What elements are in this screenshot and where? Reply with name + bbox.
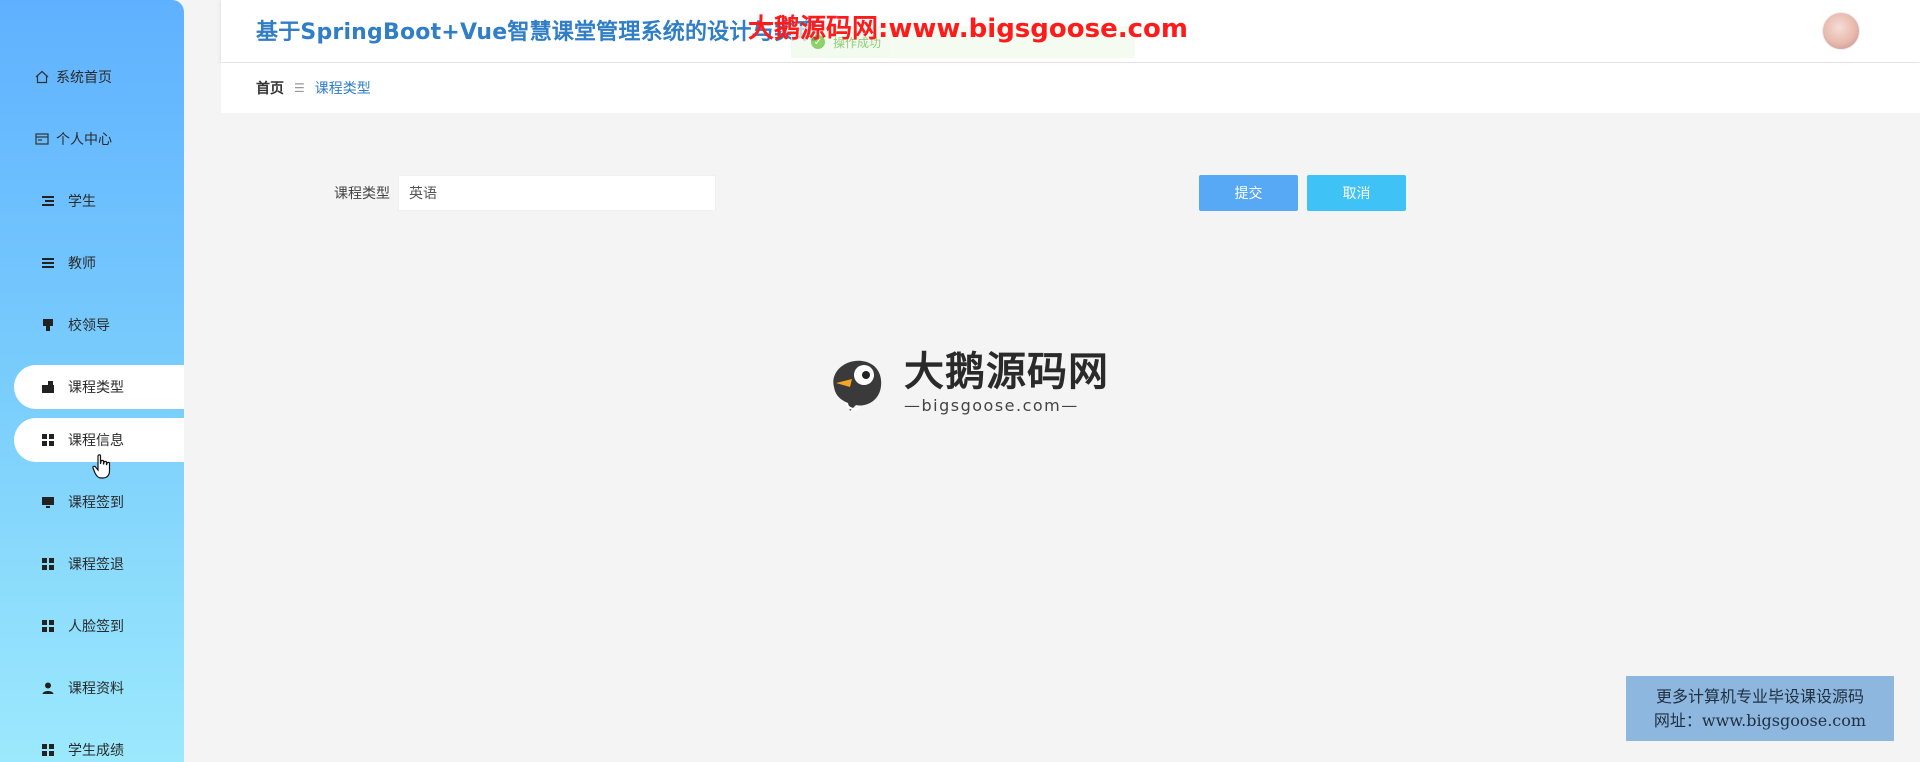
watermark-text: 大鹅源码网:www.bigsgoose.com	[748, 14, 1188, 44]
sidebar-item-label: 课程签到	[68, 495, 124, 511]
sidebar-item-profile[interactable]: 个人中心	[0, 108, 184, 170]
logo-text: 大鹅源码网 —bigsgoose.com—	[904, 350, 1109, 415]
sidebar-item-label: 课程类型	[68, 380, 124, 396]
course-type-input[interactable]	[398, 175, 716, 211]
grid-icon	[40, 618, 56, 634]
sidebar-item-label: 教师	[68, 256, 96, 272]
grid-icon	[40, 432, 56, 448]
promo-box[interactable]: 更多计算机专业毕设课设源码 网址：www.bigsgoose.com	[1626, 676, 1894, 741]
sidebar-item-face-checkin[interactable]: 人脸签到	[0, 595, 184, 657]
breadcrumb-separator-icon: ☰	[294, 81, 305, 95]
badge-icon	[40, 317, 56, 333]
top-header: 基于SpringBoot+Vue智慧课堂管理系统的设计与实现 ✓ 操作成功 大鹅…	[221, 0, 1920, 62]
grid-icon	[40, 556, 56, 572]
breadcrumb-current: 课程类型	[314, 81, 371, 97]
page-title: 基于SpringBoot+Vue智慧课堂管理系统的设计与实现	[256, 20, 819, 45]
sidebar-item-label: 课程信息	[68, 433, 124, 449]
cancel-button[interactable]: 取消	[1307, 175, 1406, 211]
sidebar-item-label: 校领导	[68, 318, 110, 334]
monitor-icon	[40, 494, 56, 510]
sidebar: 系统首页 个人中心 学生 教师 校领导 课程类型 课程信息 课程签到 课程签退 …	[0, 0, 184, 762]
sidebar-item-label: 学生成绩	[68, 743, 124, 759]
center-logo-watermark: 大鹅源码网 —bigsgoose.com—	[826, 350, 1109, 415]
goose-logo-icon	[826, 353, 898, 413]
logo-sub-text: —bigsgoose.com—	[904, 396, 1079, 415]
menu-icon	[40, 255, 56, 271]
sidebar-item-course-checkout[interactable]: 课程签退	[0, 533, 184, 595]
sidebar-item-leader[interactable]: 校领导	[0, 294, 184, 356]
grid-icon	[40, 742, 56, 758]
course-type-label: 课程类型	[334, 186, 390, 202]
submit-button[interactable]: 提交	[1199, 175, 1298, 211]
avatar[interactable]	[1822, 12, 1860, 50]
sidebar-item-label: 课程签退	[68, 557, 124, 573]
list-icon	[40, 193, 56, 209]
sidebar-item-student-grades[interactable]: 学生成绩	[0, 719, 184, 762]
briefcase-icon	[40, 379, 56, 395]
sidebar-menu: 系统首页 个人中心 学生 教师 校领导 课程类型 课程信息 课程签到 课程签退 …	[0, 46, 184, 762]
user-icon	[40, 680, 56, 696]
profile-icon	[34, 131, 50, 147]
course-type-form-row: 课程类型	[334, 175, 716, 211]
hand-cursor-icon	[92, 454, 112, 484]
sidebar-item-label: 学生	[68, 194, 96, 210]
sidebar-item-student[interactable]: 学生	[0, 170, 184, 232]
sidebar-item-label: 个人中心	[56, 132, 112, 148]
home-icon	[34, 69, 50, 85]
breadcrumb: 首页 ☰ 课程类型	[221, 63, 1920, 113]
sidebar-item-course-type[interactable]: 课程类型	[14, 365, 184, 409]
logo-main-text: 大鹅源码网	[904, 349, 1109, 395]
sidebar-item-label: 系统首页	[56, 70, 112, 86]
sidebar-item-label: 人脸签到	[68, 619, 124, 635]
sidebar-item-label: 课程资料	[68, 681, 124, 697]
breadcrumb-home[interactable]: 首页	[256, 78, 284, 98]
promo-line-1: 更多计算机专业毕设课设源码	[1655, 686, 1864, 706]
sidebar-item-teacher[interactable]: 教师	[0, 232, 184, 294]
sidebar-item-course-materials[interactable]: 课程资料	[0, 657, 184, 719]
sidebar-item-home[interactable]: 系统首页	[0, 46, 184, 108]
promo-line-2: 网址：www.bigsgoose.com	[1653, 710, 1867, 730]
